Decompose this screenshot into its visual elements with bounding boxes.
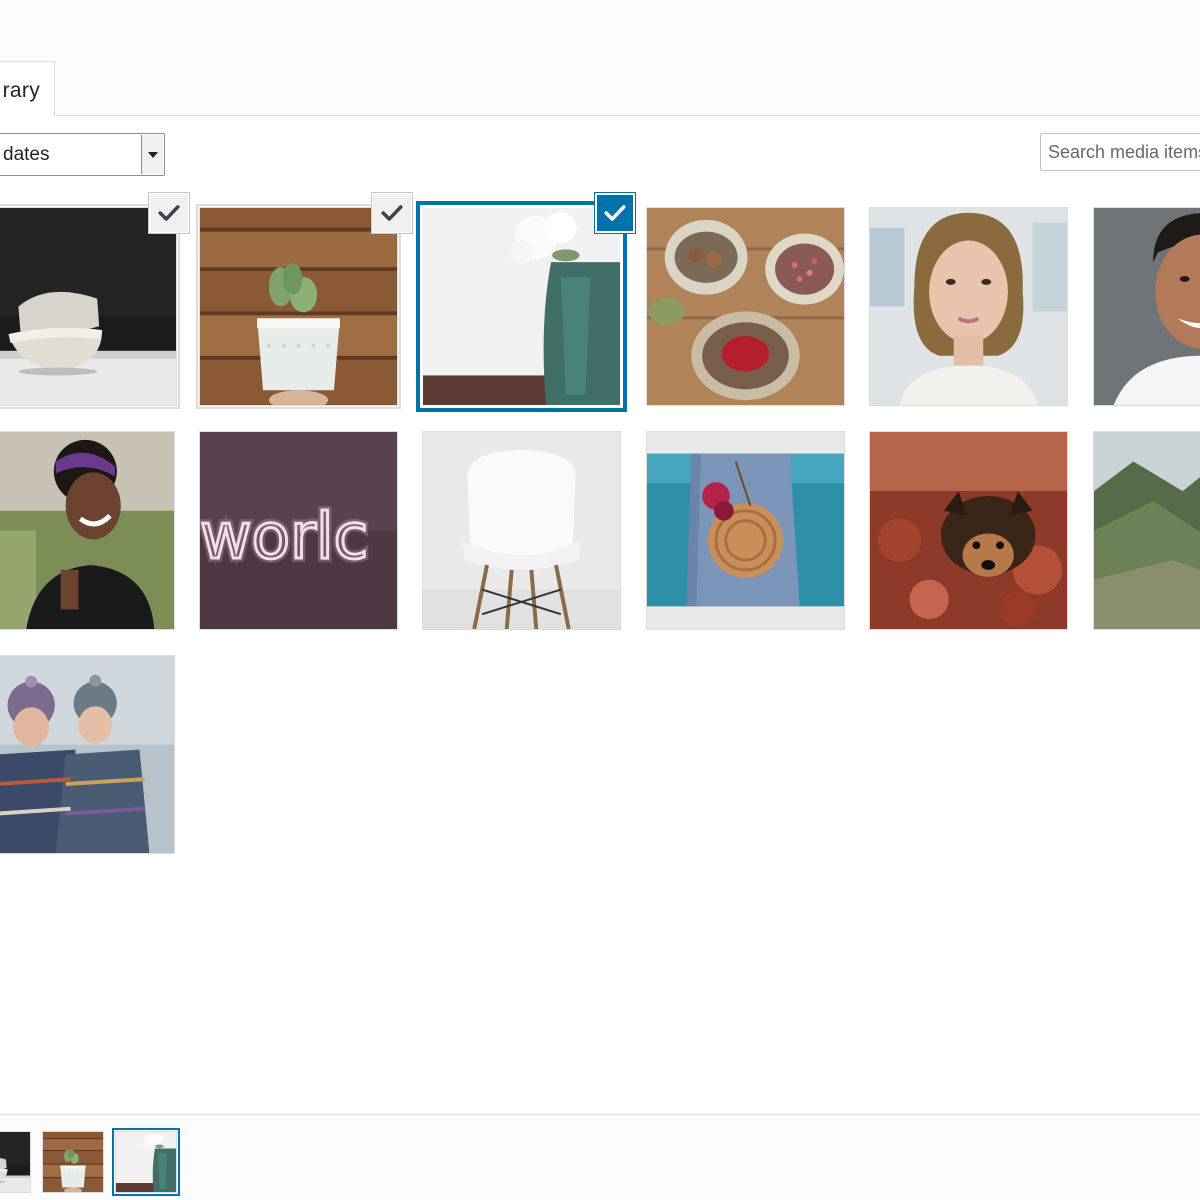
checkmark-icon [158,202,180,224]
attachment-winter-friends[interactable] [0,655,175,854]
attachment-cactus-pot[interactable] [199,207,398,406]
checkmark-icon [604,202,626,224]
attachment-laughing-woman[interactable] [0,431,175,630]
flower-vase-image [423,208,620,405]
attachment-mountains[interactable] [1093,431,1200,630]
selection-thumb-cactus-pot[interactable] [42,1131,104,1193]
attachment-woman-portrait[interactable] [869,207,1068,406]
deselect-button[interactable] [595,193,635,233]
checkmark-icon [381,202,403,224]
ceramic-bowls-image [0,1132,30,1192]
tab-media-library[interactable]: rary [0,61,55,117]
attachment-ceramic-bowls[interactable] [0,207,177,406]
selection-thumb-ceramic-bowls[interactable] [0,1131,31,1193]
attachment-spice-bowls[interactable] [646,207,845,406]
attachment-dog-in-leaves[interactable] [869,431,1068,630]
chevron-down-icon[interactable] [141,135,163,174]
attachment-flower-vase[interactable] [422,207,621,406]
search-input[interactable] [1040,133,1200,171]
ceramic-bowls-image [0,208,176,405]
deselect-button[interactable] [149,193,189,233]
winter-friends-image [0,656,174,853]
date-filter-select[interactable]: dates [0,133,165,176]
media-modal: rary dates [0,0,1200,1200]
date-filter-value: dates [3,144,50,165]
deselect-button[interactable] [372,193,412,233]
flower-vase-image [116,1132,176,1192]
selection-thumb-flower-vase[interactable] [115,1131,177,1193]
selection-bar [0,1114,1200,1200]
cactus-pot-image [200,208,397,405]
cactus-pot-image [43,1132,103,1192]
white-chair-image [423,432,620,629]
attachment-neon-sign[interactable] [199,431,398,630]
dog-in-leaves-image [870,432,1067,629]
mountain-landscape-image [1094,432,1200,629]
spice-bowls-image [647,208,844,405]
tab-media-library-label: rary [2,79,40,102]
media-router: rary [0,0,1200,117]
woman-portrait-image [870,208,1067,405]
laughing-woman-image [0,432,174,629]
attachment-man-portrait[interactable] [1093,207,1200,406]
neon-world-sign-image [200,432,397,629]
woven-bag-image [647,432,844,629]
attachment-woven-bag[interactable] [646,431,845,630]
attachment-white-chair[interactable] [422,431,621,630]
man-portrait-image [1094,208,1200,405]
